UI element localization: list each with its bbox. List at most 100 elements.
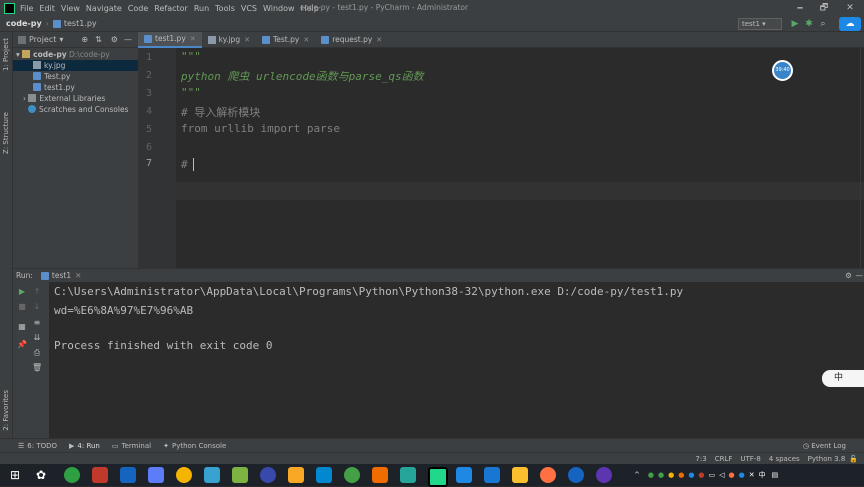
rerun-icon[interactable]: ▶ bbox=[17, 287, 27, 297]
tree-item-scratches[interactable]: Scratches and Consoles bbox=[13, 104, 138, 115]
app-icon[interactable] bbox=[260, 467, 276, 483]
cloud-icon[interactable]: ☁ bbox=[839, 17, 861, 31]
locate-icon[interactable]: ⊕ bbox=[81, 35, 88, 44]
indent-setting[interactable]: 4 spaces bbox=[769, 455, 800, 463]
trash-icon[interactable]: 🗑 bbox=[32, 363, 42, 373]
close-icon[interactable]: ✕ bbox=[303, 36, 309, 44]
tree-item-libraries[interactable]: › External Libraries bbox=[13, 93, 138, 104]
tray-app-icon[interactable]: ● bbox=[729, 471, 735, 479]
up-icon[interactable]: ↑ bbox=[32, 287, 42, 297]
ime-indicator[interactable]: 中 bbox=[822, 370, 864, 387]
caret-position[interactable]: 7:3 bbox=[695, 455, 706, 463]
close-icon[interactable]: ✕ bbox=[749, 471, 755, 479]
close-icon[interactable]: ✕ bbox=[244, 36, 250, 44]
layout-icon[interactable]: ▦ bbox=[17, 322, 27, 332]
app-icon[interactable] bbox=[456, 467, 472, 483]
menu-vcs[interactable]: VCS bbox=[241, 4, 257, 13]
tree-item-file[interactable]: Test.py bbox=[13, 71, 138, 82]
hide-icon[interactable]: — bbox=[856, 271, 864, 280]
network-icon[interactable]: ▭ bbox=[709, 471, 716, 479]
chrome-icon[interactable] bbox=[176, 467, 192, 483]
close-button[interactable]: ✕ bbox=[840, 1, 860, 15]
debug-icon[interactable]: ✱ bbox=[804, 18, 814, 30]
app-icon[interactable] bbox=[512, 467, 528, 483]
tray-app-icon[interactable]: ● bbox=[678, 471, 684, 479]
structure-tool-button[interactable]: Z: Structure bbox=[2, 112, 10, 154]
tray-app-icon[interactable]: ● bbox=[688, 471, 694, 479]
code-line-docstring-close[interactable]: """ bbox=[181, 86, 201, 99]
tool-run[interactable]: 4: Run bbox=[77, 442, 99, 450]
app-icon[interactable] bbox=[120, 467, 136, 483]
favorites-tool-button[interactable]: 2: Favorites bbox=[2, 390, 10, 431]
down-icon[interactable]: ↓ bbox=[32, 302, 42, 312]
app-icon[interactable] bbox=[568, 467, 584, 483]
python-interpreter[interactable]: Python 3.8 bbox=[808, 455, 846, 463]
tool-todo[interactable]: 6: TODO bbox=[27, 442, 57, 450]
tab-test[interactable]: Test.py ✕ bbox=[256, 32, 315, 48]
close-icon[interactable]: ✕ bbox=[75, 271, 81, 280]
chevron-down-icon[interactable]: ▾ bbox=[59, 35, 63, 44]
breadcrumb-file[interactable]: test1.py bbox=[64, 19, 97, 28]
run-tab[interactable]: test1 bbox=[52, 271, 71, 280]
tab-request[interactable]: request.py ✕ bbox=[315, 32, 388, 48]
menu-refactor[interactable]: Refactor bbox=[154, 4, 188, 13]
start-icon[interactable]: ⊞ bbox=[7, 467, 23, 483]
scroll-to-end-icon[interactable]: ⇊ bbox=[32, 333, 42, 343]
code-line-import[interactable]: from urllib import parse bbox=[181, 122, 340, 135]
menu-tools[interactable]: Tools bbox=[215, 4, 235, 13]
tool-python-console[interactable]: Python Console bbox=[172, 442, 226, 450]
maximize-button[interactable]: 🗗 bbox=[814, 1, 834, 15]
tool-terminal[interactable]: Terminal bbox=[122, 442, 152, 450]
volume-icon[interactable]: ◁ bbox=[719, 471, 724, 479]
tab-test1[interactable]: test1.py ✕ bbox=[138, 31, 202, 48]
tab-ky-jpg[interactable]: ky.jpg ✕ bbox=[202, 32, 256, 48]
wechat-icon[interactable]: ● bbox=[658, 471, 664, 479]
search-everywhere-icon[interactable]: ⌕ bbox=[818, 18, 828, 30]
menu-navigate[interactable]: Navigate bbox=[86, 4, 122, 13]
gear-icon[interactable]: ⚙ bbox=[111, 35, 118, 44]
project-tool-button[interactable]: 1: Project bbox=[2, 38, 10, 71]
file-encoding[interactable]: UTF-8 bbox=[740, 455, 760, 463]
line-separator[interactable]: CRLF bbox=[715, 455, 733, 463]
tree-item-root[interactable]: ▾ code-py D:\code-py bbox=[13, 49, 138, 60]
tree-item-file[interactable]: test1.py bbox=[13, 82, 138, 93]
app-icon[interactable] bbox=[92, 467, 108, 483]
app-icon[interactable] bbox=[204, 467, 220, 483]
app-icon[interactable] bbox=[372, 467, 388, 483]
run-config-select[interactable]: test1 ▾ bbox=[738, 18, 782, 30]
chevron-up-icon[interactable]: ^ bbox=[634, 471, 640, 479]
code-line-comment[interactable]: # 导入解析模块 bbox=[181, 104, 260, 120]
menu-file[interactable]: File bbox=[20, 4, 33, 13]
task-view-icon[interactable]: ✿ bbox=[33, 467, 49, 483]
app-icon[interactable] bbox=[484, 467, 500, 483]
tray-app-icon[interactable]: ● bbox=[648, 471, 654, 479]
tray-app-icon[interactable]: ● bbox=[739, 471, 745, 479]
tree-item-file[interactable]: ky.jpg bbox=[13, 60, 138, 71]
pin-icon[interactable]: 📌 bbox=[17, 340, 27, 350]
menu-run[interactable]: Run bbox=[194, 4, 209, 13]
app-icon[interactable] bbox=[316, 467, 332, 483]
lock-icon[interactable]: 🔓 bbox=[849, 455, 858, 463]
wechat-icon[interactable] bbox=[344, 467, 360, 483]
run-icon[interactable]: ▶ bbox=[790, 18, 800, 30]
minimize-button[interactable]: 🗕 bbox=[790, 1, 810, 15]
gear-icon[interactable]: ⚙ bbox=[845, 271, 852, 280]
menu-edit[interactable]: Edit bbox=[39, 4, 55, 13]
menu-view[interactable]: View bbox=[61, 4, 80, 13]
app-icon[interactable] bbox=[148, 467, 164, 483]
collapse-icon[interactable]: ⇅ bbox=[95, 35, 102, 44]
app-icon[interactable] bbox=[400, 467, 416, 483]
print-icon[interactable]: ⎙ bbox=[32, 348, 42, 358]
hide-icon[interactable]: — bbox=[124, 35, 132, 44]
tray-app-icon[interactable]: ● bbox=[668, 471, 674, 479]
folder-icon[interactable] bbox=[288, 467, 304, 483]
close-icon[interactable]: ✕ bbox=[190, 35, 196, 43]
code-line-docstring[interactable]: python 爬虫 urlencode函数与parse_qs函数 bbox=[181, 68, 424, 84]
app-icon[interactable] bbox=[596, 467, 612, 483]
stop-icon[interactable]: ■ bbox=[17, 302, 27, 312]
close-icon[interactable]: ✕ bbox=[376, 36, 382, 44]
search-icon[interactable] bbox=[540, 467, 556, 483]
menu-window[interactable]: Window bbox=[263, 4, 295, 13]
pycharm-icon[interactable] bbox=[428, 467, 448, 487]
soft-wrap-icon[interactable]: ≡ bbox=[32, 318, 42, 328]
